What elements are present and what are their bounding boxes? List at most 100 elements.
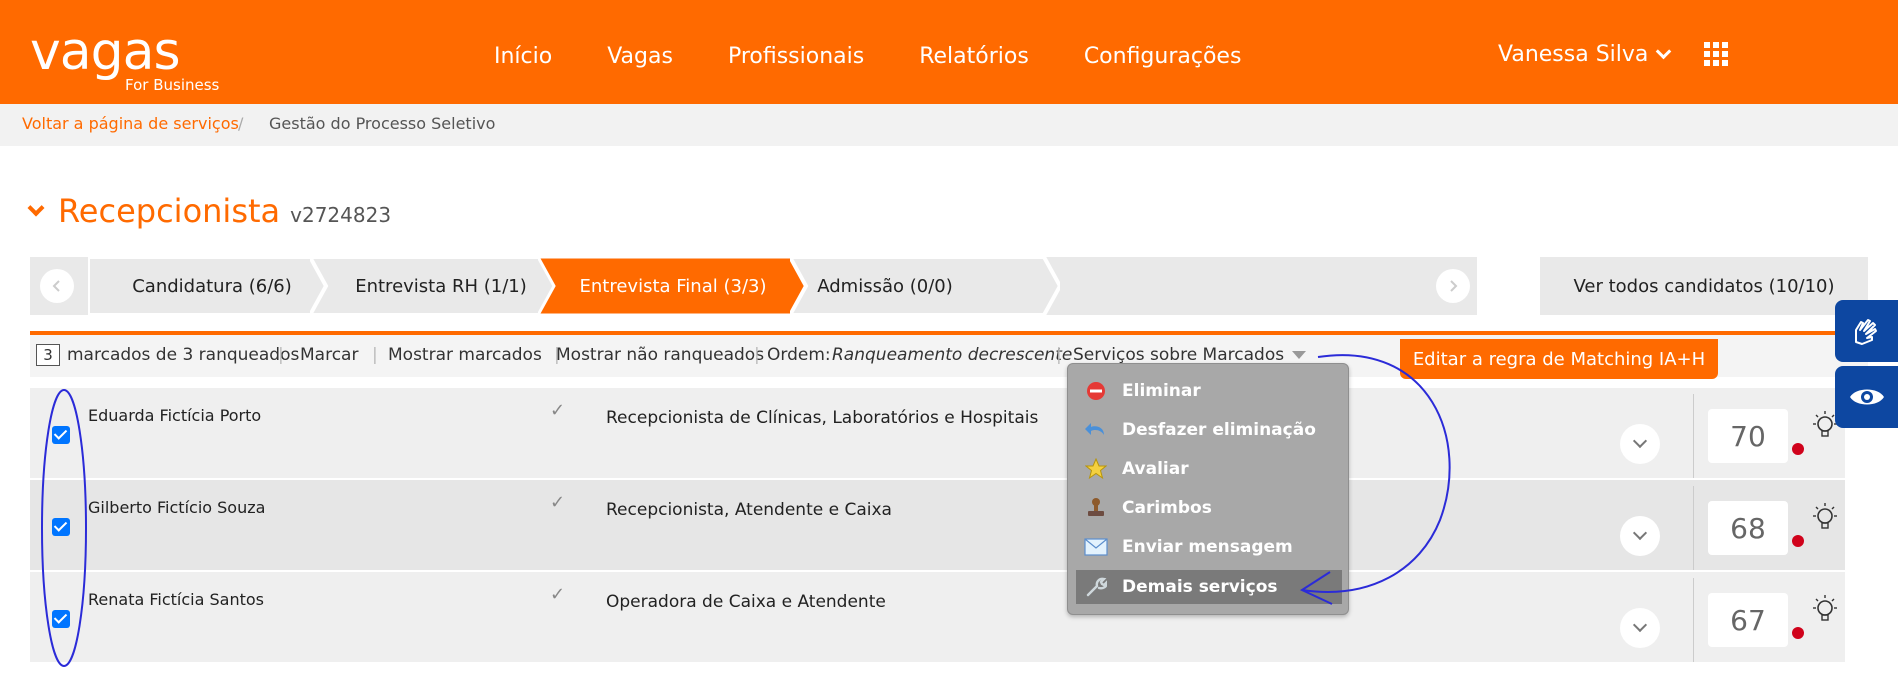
expand-row-button[interactable] [1620,608,1660,648]
order-label: Ordem: [767,345,831,365]
match-score: 70 [1708,409,1788,463]
stamp-icon [1084,496,1108,520]
row-checkbox[interactable] [52,610,70,628]
chevron-right-icon [1450,280,1458,292]
top-navbar: vagas For Business Início Vagas Profissi… [0,0,1898,104]
candidate-name[interactable]: Eduarda Fictícia Porto [88,406,261,425]
menu-item-label: Eliminar [1122,381,1201,401]
stage-label: Entrevista RH (1/1) [355,275,527,297]
divider [1693,486,1694,570]
candidate-name[interactable]: Gilberto Fictício Souza [88,498,265,517]
toolbar-separator: | [1056,345,1062,365]
undo-icon [1084,418,1108,442]
row-checkbox[interactable] [52,518,70,536]
stage-label: Candidatura (6/6) [132,275,292,297]
pipeline-next-button[interactable] [1436,269,1470,303]
user-menu[interactable]: Vanessa Silva [1498,42,1672,67]
candidate-job-title: Recepcionista, Atendente e Caixa [606,500,892,520]
order-select[interactable]: Ranqueamento decrescente [832,345,1072,365]
status-dot [1792,627,1804,639]
menu-item-label: Enviar mensagem [1122,537,1293,557]
menu-item-desfazer-eliminacao[interactable]: Desfazer eliminação [1076,413,1342,447]
menu-item-label: Carimbos [1122,498,1212,518]
nav-configuracoes[interactable]: Configurações [1084,44,1242,69]
envelope-icon [1084,535,1108,559]
breadcrumb-separator: / [238,114,244,133]
breadcrumb-back-link[interactable]: Voltar a página de serviços [22,114,239,133]
lightbulb-icon[interactable] [1810,502,1840,536]
breadcrumb: Voltar a página de serviços / Gestão do … [0,104,1898,146]
logo-subtitle: For Business [125,76,220,94]
stage-admissao[interactable]: Admissão (0/0) [790,257,1060,315]
view-all-candidates-button[interactable]: Ver todos candidatos (10/10) [1540,257,1868,315]
edit-matching-rule-button[interactable]: Editar a regra de Matching IA+H [1400,339,1718,379]
marked-summary: marcados de 3 ranqueados [67,345,300,365]
apps-grid-icon[interactable] [1704,42,1728,66]
divider [1693,578,1694,662]
vagas-logo[interactable]: vagas For Business [30,22,219,94]
caret-down-icon [1292,351,1307,359]
table-row[interactable]: Renata Fictícia Santos ✓ Operadora de Ca… [30,572,1845,662]
candidate-job-title: Recepcionista de Clínicas, Laboratórios … [606,408,1039,428]
menu-item-demais-servicos[interactable]: Demais serviços [1076,570,1342,604]
nav-relatorios[interactable]: Relatórios [919,44,1029,69]
menu-item-eliminar[interactable]: Eliminar [1076,374,1342,408]
stage-label: Entrevista Final (3/3) [579,275,767,297]
remove-icon [1084,379,1108,403]
stage-entrevista-final[interactable]: Entrevista Final (3/3) [538,257,808,315]
mark-link[interactable]: Marcar [300,345,358,365]
menu-item-label: Desfazer eliminação [1122,420,1316,440]
eye-icon [1849,389,1884,405]
pipeline-prev-button[interactable] [40,269,74,303]
checkmark-icon: ✓ [550,492,566,513]
nav-inicio[interactable]: Início [494,44,552,69]
match-score: 68 [1708,501,1788,555]
stage-label: Admissão (0/0) [817,275,953,297]
menu-item-carimbos[interactable]: Carimbos [1076,491,1342,525]
nav-profissionais[interactable]: Profissionais [728,44,864,69]
menu-item-enviar-mensagem[interactable]: Enviar mensagem [1076,530,1342,564]
services-dropdown[interactable]: Serviços sobre Marcados [1073,345,1307,365]
candidate-job-title: Operadora de Caixa e Atendente [606,592,886,612]
row-checkbox[interactable] [52,426,70,444]
toolbar-separator: | [278,345,284,365]
toolbar-separator: | [754,345,760,365]
logo-text: vagas [30,22,181,82]
job-title-row[interactable]: Recepcionista v2724823 [27,192,392,230]
stage-entrevista-rh[interactable]: Entrevista RH (1/1) [310,257,572,315]
job-code: v2724823 [290,203,392,227]
show-unranked-link[interactable]: Mostrar não ranqueados [556,345,764,365]
chevron-left-icon [52,280,60,292]
candidate-name[interactable]: Renata Fictícia Santos [88,590,264,609]
table-row[interactable]: Eduarda Fictícia Porto ✓ Recepcionista d… [30,388,1845,478]
checkmark-icon: ✓ [550,400,566,421]
sign-language-button[interactable] [1835,300,1898,362]
status-dot [1792,535,1804,547]
services-menu: Eliminar Desfazer eliminação Avaliar Car… [1067,363,1349,615]
chevron-down-icon [1656,43,1672,60]
user-name: Vanessa Silva [1498,42,1649,67]
menu-item-label: Demais serviços [1122,577,1278,597]
expand-row-button[interactable] [1620,516,1660,556]
star-icon [1084,457,1108,481]
breadcrumb-current: Gestão do Processo Seletivo [269,114,496,133]
pipeline-stages: Candidatura (6/6) Entrevista RH (1/1) En… [30,257,1868,315]
accessibility-view-button[interactable] [1835,366,1898,428]
chevron-down-icon[interactable] [27,199,45,217]
menu-item-label: Avaliar [1122,459,1189,479]
nav-vagas[interactable]: Vagas [607,44,673,69]
divider [1693,394,1694,478]
services-dropdown-label: Serviços sobre Marcados [1073,345,1285,365]
stage-candidatura[interactable]: Candidatura (6/6) [88,257,336,315]
expand-row-button[interactable] [1620,424,1660,464]
match-score: 67 [1708,593,1788,647]
show-marked-link[interactable]: Mostrar marcados [388,345,542,365]
page-title: Recepcionista [58,192,281,230]
checkmark-icon: ✓ [550,584,566,605]
lightbulb-icon[interactable] [1810,594,1840,628]
table-row[interactable]: Gilberto Fictício Souza ✓ Recepcionista,… [30,480,1845,570]
wrench-icon [1084,575,1108,599]
main-nav: Início Vagas Profissionais Relatórios Co… [494,44,1296,69]
menu-item-avaliar[interactable]: Avaliar [1076,452,1342,486]
sign-language-icon [1854,319,1877,345]
